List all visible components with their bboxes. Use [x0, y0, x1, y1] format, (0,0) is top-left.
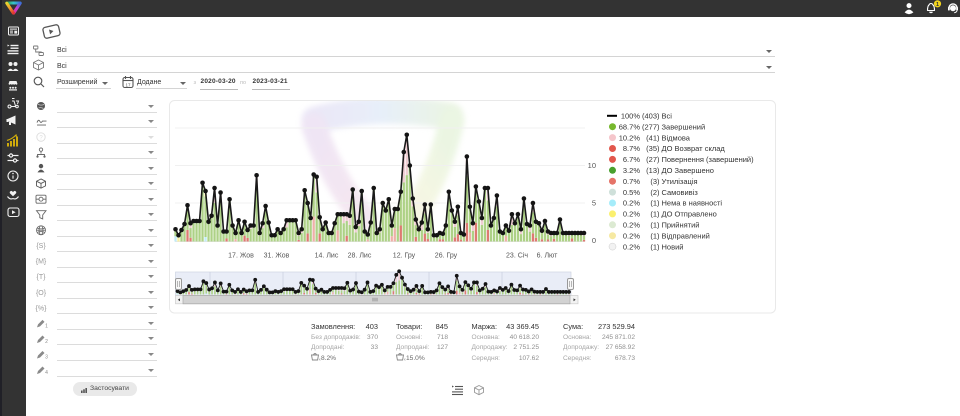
svg-text:Утилізація: Утилізація [662, 177, 698, 186]
svg-text:10: 10 [588, 161, 596, 170]
svg-text:0.2%: 0.2% [623, 221, 640, 230]
svg-text:(1): (1) [650, 221, 660, 230]
svg-text:4: 4 [45, 370, 48, 376]
svg-text:Повернення (завершений): Повернення (завершений) [662, 155, 755, 164]
svg-text:0: 0 [592, 236, 596, 245]
svg-text:(1): (1) [650, 242, 660, 251]
svg-text:0.2%: 0.2% [623, 199, 640, 208]
svg-text:0.2%: 0.2% [623, 231, 640, 240]
svg-text:23. Січ: 23. Січ [506, 252, 528, 260]
svg-text:ДО Возврат склад: ДО Возврат склад [662, 144, 726, 153]
svg-text:Завершений: Завершений [662, 122, 706, 131]
svg-text:17. Жов: 17. Жов [228, 253, 254, 260]
svg-text:10.2%: 10.2% [619, 133, 641, 142]
svg-text:6.7%: 6.7% [623, 155, 640, 164]
svg-text:(403): (403) [642, 112, 660, 121]
svg-text:31. Жов: 31. Жов [264, 253, 290, 260]
svg-text:6. Лют: 6. Лют [537, 253, 558, 260]
svg-text:(277): (277) [642, 122, 660, 131]
svg-text:(2): (2) [650, 188, 660, 197]
svg-text:{O}: {O} [36, 290, 47, 297]
svg-text:(35): (35) [646, 144, 660, 153]
svg-text:0.2%: 0.2% [623, 242, 640, 251]
svg-text:68.7%: 68.7% [619, 122, 641, 131]
svg-text:Відправлений: Відправлений [662, 231, 710, 240]
svg-text:(41): (41) [646, 133, 660, 142]
svg-text:(1): (1) [650, 199, 660, 208]
svg-text:12. Гру: 12. Гру [393, 253, 416, 260]
svg-text:Самовивіз: Самовивіз [662, 188, 699, 197]
svg-text:0.2%: 0.2% [623, 210, 640, 219]
svg-text:{M}: {M} [36, 259, 47, 266]
svg-text:Нема в наявності: Нема в наявності [662, 199, 723, 208]
svg-text:(13): (13) [646, 166, 660, 175]
svg-text:{S}: {S} [36, 243, 46, 250]
svg-text:5: 5 [592, 199, 596, 208]
svg-text:8.7%: 8.7% [623, 144, 640, 153]
svg-text:?: ? [39, 135, 43, 141]
svg-text:0.7%: 0.7% [623, 177, 640, 186]
svg-text:{%}: {%} [36, 305, 48, 312]
svg-text:Всі: Всі [662, 112, 673, 121]
svg-text:0.5%: 0.5% [623, 188, 640, 197]
svg-text:100%: 100% [621, 112, 641, 121]
svg-text:ДО Отправлено: ДО Отправлено [662, 210, 717, 219]
svg-text:28. Лис: 28. Лис [348, 253, 372, 260]
svg-text:Прийнятий: Прийнятий [662, 221, 700, 230]
svg-text:26. Гру: 26. Гру [435, 253, 458, 260]
svg-text:(3): (3) [650, 177, 660, 186]
svg-text:{T}: {T} [37, 274, 47, 281]
svg-text:17: 17 [125, 82, 131, 87]
svg-text:14. Лис: 14. Лис [315, 253, 339, 260]
svg-text:(1): (1) [650, 210, 660, 219]
svg-text:(1): (1) [650, 231, 660, 240]
svg-text:Відмова: Відмова [662, 133, 691, 142]
svg-text:3.2%: 3.2% [623, 166, 640, 175]
svg-text:ДО Завершено: ДО Завершено [662, 166, 714, 175]
svg-text:Новий: Новий [662, 242, 684, 251]
svg-text:(27): (27) [646, 155, 660, 164]
